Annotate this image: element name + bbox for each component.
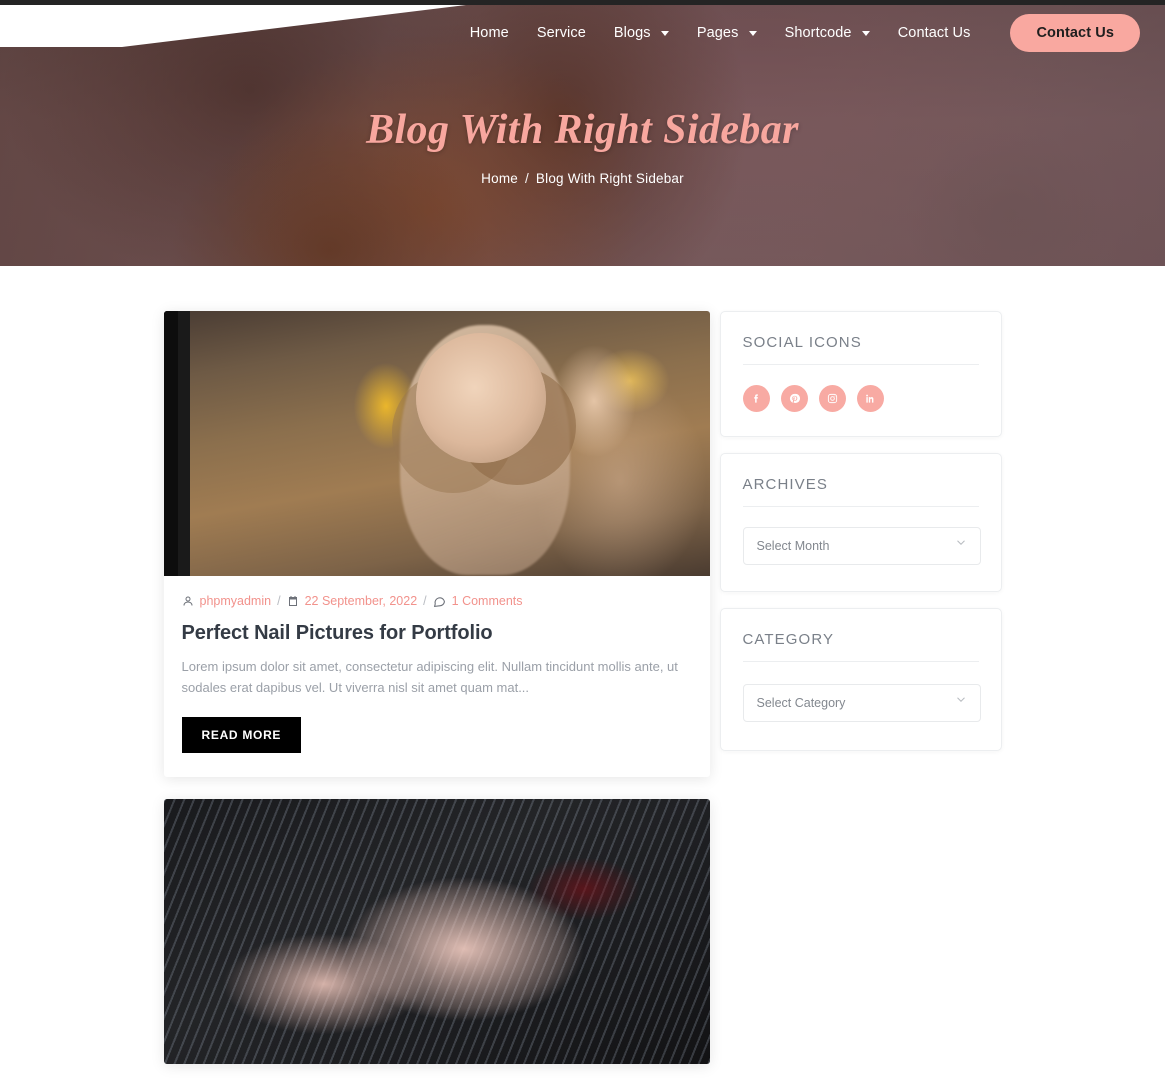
nav-list: Home Service Blogs Pages Shortcode Conta… xyxy=(456,25,985,41)
main-navigation: Home Service Blogs Pages Shortcode Conta… xyxy=(0,0,1165,66)
post-date[interactable]: 22 September, 2022 xyxy=(305,594,418,608)
content-container: phpmyadmin / 22 September, 2022 / 1 Comm… xyxy=(163,266,1002,1086)
chevron-down-icon xyxy=(954,693,968,712)
breadcrumb-separator: / xyxy=(524,171,529,186)
post-author[interactable]: phpmyadmin xyxy=(200,594,272,608)
widget-title-archives: ARCHIVES xyxy=(742,476,979,507)
nav-item-service[interactable]: Service xyxy=(523,25,600,41)
nav-label-service: Service xyxy=(536,25,586,41)
chevron-down-icon xyxy=(748,30,757,36)
pinterest-icon[interactable] xyxy=(780,385,808,412)
chevron-down-icon xyxy=(660,30,669,36)
widget-archives: ARCHIVES Select Month xyxy=(719,453,1002,592)
post-title[interactable]: Perfect Nail Pictures for Portfolio xyxy=(182,622,692,645)
chevron-down-icon xyxy=(954,536,968,555)
blog-list-column: phpmyadmin / 22 September, 2022 / 1 Comm… xyxy=(163,311,710,1086)
top-dark-strip xyxy=(0,0,1165,5)
comment-icon xyxy=(433,595,446,608)
nav-item-shortcode[interactable]: Shortcode xyxy=(771,25,884,41)
post-thumbnail-image[interactable] xyxy=(163,799,710,1065)
nav-item-home[interactable]: Home xyxy=(456,25,523,41)
linkedin-icon[interactable] xyxy=(856,385,884,412)
category-select-value: Select Category xyxy=(756,696,846,710)
breadcrumb-current: Blog With Right Sidebar xyxy=(535,171,684,186)
user-icon xyxy=(182,595,194,607)
nav-item-pages[interactable]: Pages xyxy=(683,25,771,41)
nav-label-pages: Pages xyxy=(696,25,739,41)
archives-select-value: Select Month xyxy=(756,539,830,553)
breadcrumb: Home / Blog With Right Sidebar xyxy=(481,171,684,186)
page-title: Blog With Right Sidebar xyxy=(366,107,799,153)
facebook-icon[interactable] xyxy=(742,385,770,412)
instagram-icon[interactable] xyxy=(818,385,846,412)
blog-post-card xyxy=(163,799,710,1065)
calendar-icon xyxy=(287,595,299,607)
nav-label-home: Home xyxy=(469,25,509,41)
category-select[interactable]: Select Category xyxy=(742,684,981,722)
post-thumbnail-image[interactable] xyxy=(163,311,710,576)
nav-label-contact-us: Contact Us xyxy=(897,25,971,41)
archives-month-select[interactable]: Select Month xyxy=(742,527,981,565)
sidebar: SOCIAL ICONS ARCHIVES Select Month CATEG… xyxy=(719,311,1002,1086)
social-icons-row xyxy=(742,385,979,412)
meta-separator: / xyxy=(277,594,281,608)
chevron-down-icon xyxy=(861,30,870,36)
widget-social-icons: SOCIAL ICONS xyxy=(719,311,1002,437)
page-body: phpmyadmin / 22 September, 2022 / 1 Comm… xyxy=(0,266,1165,1065)
contact-us-button[interactable]: Contact Us xyxy=(1010,14,1140,52)
nav-label-shortcode: Shortcode xyxy=(784,25,852,41)
widget-title-category: CATEGORY xyxy=(742,631,979,662)
thumbnail-subject xyxy=(415,333,546,463)
widget-category: CATEGORY Select Category xyxy=(719,608,1002,751)
widget-title-social: SOCIAL ICONS xyxy=(742,334,979,365)
breadcrumb-home-link[interactable]: Home xyxy=(481,171,518,186)
nav-item-contact-us[interactable]: Contact Us xyxy=(884,25,985,41)
read-more-button[interactable]: READ MORE xyxy=(181,717,302,754)
post-excerpt: Lorem ipsum dolor sit amet, consectetur … xyxy=(181,659,678,696)
post-meta: phpmyadmin / 22 September, 2022 / 1 Comm… xyxy=(182,594,692,608)
post-body: phpmyadmin / 22 September, 2022 / 1 Comm… xyxy=(164,576,710,777)
blog-post-card: phpmyadmin / 22 September, 2022 / 1 Comm… xyxy=(163,311,710,778)
nav-item-blogs[interactable]: Blogs xyxy=(600,25,683,41)
meta-separator: / xyxy=(423,594,427,608)
post-comments-count[interactable]: 1 Comments xyxy=(452,594,523,608)
nav-label-blogs: Blogs xyxy=(613,25,651,41)
